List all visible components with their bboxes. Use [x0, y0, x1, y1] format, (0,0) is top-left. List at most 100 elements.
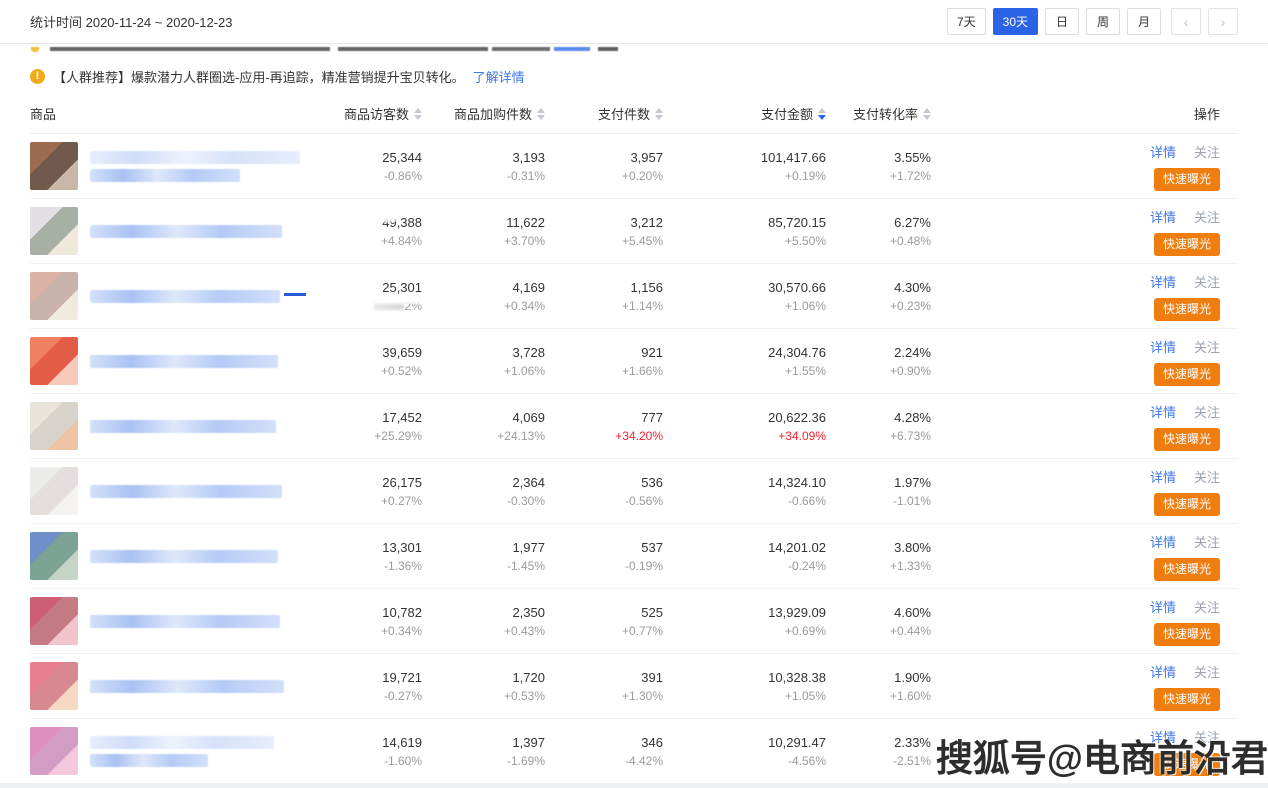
clipped-notice-smudge	[30, 47, 670, 53]
follow-link[interactable]: 关注	[1194, 207, 1220, 226]
column-header-cart_items[interactable]: 商品加购件数	[422, 104, 545, 123]
metric-cell-conversion: 1.97%-1.01%	[826, 473, 931, 510]
action-links: 详情关注	[1150, 402, 1220, 421]
metric-value: 777	[545, 408, 663, 427]
quick-exposure-button[interactable]: 快速曝光	[1154, 298, 1220, 321]
sort-control[interactable]	[818, 108, 826, 120]
actions-cell: 详情关注快速曝光	[931, 207, 1238, 256]
product-title-blur-bar	[90, 485, 282, 498]
pager-next-button[interactable]: ›	[1208, 8, 1238, 35]
range-button-3[interactable]: 周	[1086, 8, 1120, 35]
range-button-4[interactable]: 月	[1127, 8, 1161, 35]
follow-link[interactable]: 关注	[1194, 337, 1220, 356]
sort-control[interactable]	[414, 108, 422, 120]
product-cell	[30, 142, 304, 190]
metric-change: +1.30%	[545, 687, 663, 705]
metric-cell-pay_amount: 10,291.47-4.56%	[663, 733, 826, 770]
product-thumbnail[interactable]	[30, 467, 78, 515]
product-title-redacted	[90, 550, 278, 563]
action-links: 详情关注	[1150, 662, 1220, 681]
metric-change: +0.34%	[422, 297, 545, 315]
metric-value: 13,929.09	[663, 603, 826, 622]
detail-link[interactable]: 详情	[1150, 532, 1176, 551]
metric-value: 346	[545, 733, 663, 752]
metric-change: +1.06%	[663, 297, 826, 315]
product-thumbnail[interactable]	[30, 532, 78, 580]
metric-value: 3.80%	[826, 538, 931, 557]
detail-link[interactable]: 详情	[1150, 402, 1176, 421]
product-thumbnail[interactable]	[30, 727, 78, 775]
follow-link[interactable]: 关注	[1194, 142, 1220, 161]
quick-exposure-button[interactable]: 快速曝光	[1154, 623, 1220, 646]
follow-link[interactable]: 关注	[1194, 272, 1220, 291]
metric-change: -1.45%	[422, 557, 545, 575]
detail-link[interactable]: 详情	[1150, 142, 1176, 161]
range-button-2[interactable]: 日	[1045, 8, 1079, 35]
column-header-pay_items[interactable]: 支付件数	[545, 104, 663, 123]
quick-exposure-button[interactable]: 快速曝光	[1154, 688, 1220, 711]
column-header-visitors[interactable]: 商品访客数	[304, 104, 422, 123]
action-links: 详情关注	[1150, 337, 1220, 356]
clipped-notice	[30, 45, 1238, 58]
product-cell	[30, 532, 304, 580]
product-title-redacted	[90, 615, 280, 628]
quick-exposure-button[interactable]: 快速曝光	[1154, 363, 1220, 386]
metric-cell-pay_items: 777+34.20%	[545, 408, 663, 445]
follow-link[interactable]: 关注	[1194, 532, 1220, 551]
metric-cell-conversion: 2.33%-2.51%	[826, 733, 931, 770]
product-thumbnail[interactable]	[30, 142, 78, 190]
metric-change: +1.06%	[422, 362, 545, 380]
product-title-blur-bar	[90, 615, 280, 628]
detail-link[interactable]: 详情	[1150, 272, 1176, 291]
sort-control[interactable]	[655, 108, 663, 120]
product-title-redacted	[90, 736, 274, 767]
metric-change: +25.29%	[304, 427, 422, 445]
detail-link[interactable]: 详情	[1150, 207, 1176, 226]
product-thumbnail[interactable]	[30, 662, 78, 710]
metric-cell-cart_items: 11,622+3.70%	[422, 213, 545, 250]
metric-value: 4,069	[422, 408, 545, 427]
sort-caret-down-icon	[923, 115, 931, 120]
quick-exposure-button[interactable]: 快速曝光	[1154, 233, 1220, 256]
sort-control[interactable]	[923, 108, 931, 120]
notice-learn-more-link[interactable]: 了解详情	[473, 67, 525, 86]
metric-cell-cart_items: 2,364-0.30%	[422, 473, 545, 510]
metric-cell-visitors: 14,619-1.60%	[304, 733, 422, 770]
follow-link[interactable]: 关注	[1194, 597, 1220, 616]
table-row: 10,782+0.34%2,350+0.43%525+0.77%13,929.0…	[30, 589, 1238, 654]
follow-link[interactable]: 关注	[1194, 467, 1220, 486]
column-header-conversion[interactable]: 支付转化率	[826, 104, 931, 123]
metric-value: 30,570.66	[663, 278, 826, 297]
sort-control[interactable]	[537, 108, 545, 120]
metric-cell-cart_items: 1,397-1.69%	[422, 733, 545, 770]
metric-value: 2,350	[422, 603, 545, 622]
action-links: 详情关注	[1150, 272, 1220, 291]
metric-change: -0.66%	[663, 492, 826, 510]
range-button-0[interactable]: 7天	[947, 8, 986, 35]
metric-change: -1.01%	[826, 492, 931, 510]
follow-link[interactable]: 关注	[1194, 662, 1220, 681]
detail-link[interactable]: 详情	[1150, 662, 1176, 681]
metric-change: +6.73%	[826, 427, 931, 445]
metric-value: 26,175	[304, 473, 422, 492]
range-button-1[interactable]: 30天	[993, 8, 1038, 35]
column-header-pay_amount[interactable]: 支付金额	[663, 104, 826, 123]
quick-exposure-button[interactable]: 快速曝光	[1154, 168, 1220, 191]
pager-prev-button[interactable]: ‹	[1171, 8, 1201, 35]
detail-link[interactable]: 详情	[1150, 337, 1176, 356]
detail-link[interactable]: 详情	[1150, 467, 1176, 486]
follow-link[interactable]: 关注	[1194, 402, 1220, 421]
product-thumbnail[interactable]	[30, 337, 78, 385]
detail-link[interactable]: 详情	[1150, 597, 1176, 616]
metric-value: 2.33%	[826, 733, 931, 752]
product-thumbnail[interactable]	[30, 207, 78, 255]
quick-exposure-button[interactable]: 快速曝光	[1154, 428, 1220, 451]
watermark: 搜狐号@电商前沿君	[936, 728, 1268, 782]
metric-change: +5.45%	[545, 232, 663, 250]
quick-exposure-button[interactable]: 快速曝光	[1154, 493, 1220, 516]
product-thumbnail[interactable]	[30, 402, 78, 450]
product-thumbnail[interactable]	[30, 597, 78, 645]
product-thumbnail[interactable]	[30, 272, 78, 320]
quick-exposure-button[interactable]: 快速曝光	[1154, 558, 1220, 581]
actions-cell: 详情关注快速曝光	[931, 272, 1238, 321]
